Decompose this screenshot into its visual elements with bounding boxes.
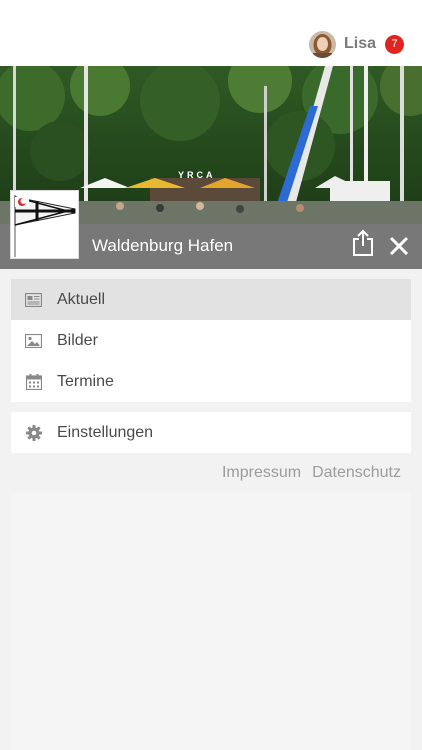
- menu-item-aktuell[interactable]: Aktuell: [11, 279, 411, 320]
- user-name[interactable]: Lisa: [344, 35, 376, 53]
- share-icon: [353, 229, 373, 256]
- menu-item-bilder[interactable]: Bilder: [11, 320, 411, 361]
- menu-label-termine: Termine: [57, 372, 114, 390]
- settings-menu: Einstellungen: [11, 412, 411, 453]
- page-title: Waldenburg Hafen: [92, 236, 234, 255]
- share-button[interactable]: [350, 228, 376, 258]
- content-panel: [11, 492, 411, 750]
- avatar[interactable]: [308, 30, 336, 58]
- calendar-icon: [25, 373, 42, 390]
- datenschutz-link[interactable]: Datenschutz: [312, 464, 401, 482]
- gear-icon: [25, 424, 42, 441]
- top-bar: Lisa 7: [0, 0, 422, 66]
- close-icon: [389, 236, 409, 256]
- impressum-link[interactable]: Impressum: [222, 464, 301, 482]
- main-menu: Aktuell Bilder Termine: [11, 279, 411, 402]
- newspaper-icon: [25, 292, 42, 308]
- hero-sign: YRCA: [178, 170, 216, 180]
- menu-label-aktuell: Aktuell: [57, 290, 106, 308]
- footer-links: Impressum Datenschutz: [222, 464, 401, 482]
- club-logo: [10, 190, 79, 259]
- menu-label-bilder: Bilder: [57, 331, 98, 349]
- user-profile[interactable]: Lisa 7: [308, 29, 404, 59]
- menu-item-termine[interactable]: Termine: [11, 361, 411, 402]
- menu-item-einstellungen[interactable]: Einstellungen: [11, 412, 411, 453]
- notification-badge[interactable]: 7: [385, 34, 404, 54]
- image-icon: [25, 333, 42, 349]
- menu-label-einstellungen: Einstellungen: [57, 423, 154, 441]
- close-button[interactable]: [386, 230, 412, 260]
